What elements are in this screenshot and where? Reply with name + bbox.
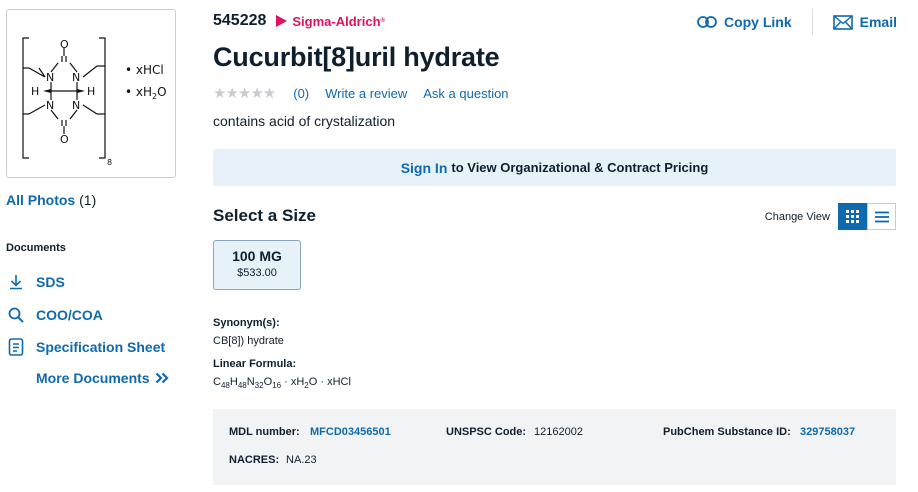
structure-drawing: O O N N N N H H 8 • xHCl • xH2O — [22, 37, 167, 167]
change-view: Change View — [765, 203, 896, 230]
structure-image[interactable]: O O N N N N H H 8 • xHCl • xH2O — [6, 9, 176, 178]
svg-text:O: O — [60, 38, 69, 51]
rating-row: ★★★★★ (0) Write a review Ask a question — [213, 84, 519, 102]
left-sidebar: O O N N N N H H 8 • xHCl • xH2O All Phot… — [0, 0, 190, 492]
product-description: contains acid of crystalization — [213, 113, 396, 129]
svg-text:N: N — [46, 99, 54, 112]
search-icon — [6, 305, 26, 325]
grid-view-button[interactable] — [838, 203, 867, 230]
linear-formula-label: Linear Formula: — [213, 358, 297, 370]
specification-sheet-link[interactable]: Specification Sheet — [6, 337, 165, 357]
grid-icon — [846, 210, 859, 223]
star-rating: ★★★★★ — [213, 85, 276, 102]
pricing-banner-text: to View Organizational & Contract Pricin… — [451, 160, 709, 175]
all-photos-count: (1) — [79, 192, 97, 208]
all-photos-link[interactable]: All Photos — [6, 192, 75, 208]
copy-link-label: Copy Link — [723, 14, 792, 30]
pubchem-label: PubChem Substance ID: — [663, 426, 791, 438]
svg-text:N: N — [72, 99, 80, 112]
sds-label: SDS — [36, 274, 65, 290]
envelope-icon — [832, 14, 853, 30]
sigma-aldrich-logo-icon — [276, 15, 288, 27]
unspsc-label: UNSPSC Code: — [446, 426, 527, 438]
more-documents-label: More Documents — [36, 370, 150, 386]
all-photos[interactable]: All Photos (1) — [6, 192, 96, 208]
more-documents-link[interactable]: More Documents — [36, 370, 169, 386]
svg-text:N: N — [72, 71, 80, 84]
svg-text:N: N — [46, 71, 54, 84]
mdl-label: MDL number: — [229, 426, 300, 438]
actions-divider — [811, 9, 813, 35]
size-option-100mg[interactable]: 100 MG $533.00 — [213, 240, 301, 290]
svg-text:O: O — [60, 133, 69, 146]
document-icon — [6, 337, 26, 357]
review-count[interactable]: (0) — [293, 86, 309, 101]
synonym-value: CB[8]) hydrate — [213, 335, 284, 347]
pubchem-value[interactable]: 329758037 — [800, 426, 855, 438]
sign-in-link[interactable]: Sign In — [401, 160, 448, 176]
brand-name: Sigma-Aldrich — [292, 13, 381, 29]
coo-coa-label: COO/COA — [36, 307, 103, 323]
unspsc-value: 12162002 — [534, 426, 583, 438]
mdl-value[interactable]: MFCD03456501 — [310, 426, 391, 438]
share-actions: Copy Link Email — [697, 9, 897, 35]
product-main: 545228 Sigma-Aldrich ® Copy Link Email Cu… — [213, 0, 903, 492]
svg-text:• xHCl: • xHCl — [125, 63, 164, 77]
copy-link-button[interactable]: Copy Link — [697, 14, 792, 30]
product-metadata: MDL number: MFCD03456501 UNSPSC Code: 12… — [213, 409, 896, 485]
write-review-link[interactable]: Write a review — [325, 86, 407, 101]
size-option-price: $533.00 — [237, 267, 277, 279]
svg-text:H: H — [31, 85, 39, 98]
download-icon — [6, 272, 26, 292]
email-button[interactable]: Email — [832, 14, 897, 30]
svg-text:• xH2O: • xH2O — [125, 85, 167, 101]
specification-sheet-label: Specification Sheet — [36, 339, 166, 355]
change-view-label: Change View — [764, 210, 830, 223]
registered-mark: ® — [380, 18, 385, 24]
synonym-label: Synonym(s): — [213, 317, 280, 329]
size-option-size: 100 MG — [232, 248, 282, 264]
email-label: Email — [859, 14, 897, 30]
coo-coa-link[interactable]: COO/COA — [6, 305, 103, 325]
linear-formula-value: C48H48N32O16 · xH2O · xHCl — [213, 376, 351, 391]
sds-link[interactable]: SDS — [6, 272, 65, 292]
product-topline: 545228 Sigma-Aldrich ® — [213, 12, 385, 30]
svg-text:H: H — [87, 85, 95, 98]
nacres-label: NACRES: — [229, 454, 280, 466]
list-icon — [874, 211, 889, 222]
svg-text:8: 8 — [107, 158, 112, 167]
link-icon — [697, 16, 717, 28]
documents-heading: Documents — [6, 242, 66, 254]
list-view-button[interactable] — [867, 203, 896, 230]
nacres-value: NA.23 — [286, 454, 317, 466]
select-size-heading: Select a Size — [213, 206, 317, 225]
pricing-banner: Sign In to View Organizational & Contrac… — [213, 149, 896, 186]
ask-question-link[interactable]: Ask a question — [423, 86, 508, 101]
brand-link[interactable]: Sigma-Aldrich ® — [276, 14, 385, 29]
product-number: 545228 — [213, 12, 267, 29]
double-chevron-right-icon — [155, 372, 169, 384]
product-title: Cucurbit[8]uril hydrate — [213, 42, 500, 72]
